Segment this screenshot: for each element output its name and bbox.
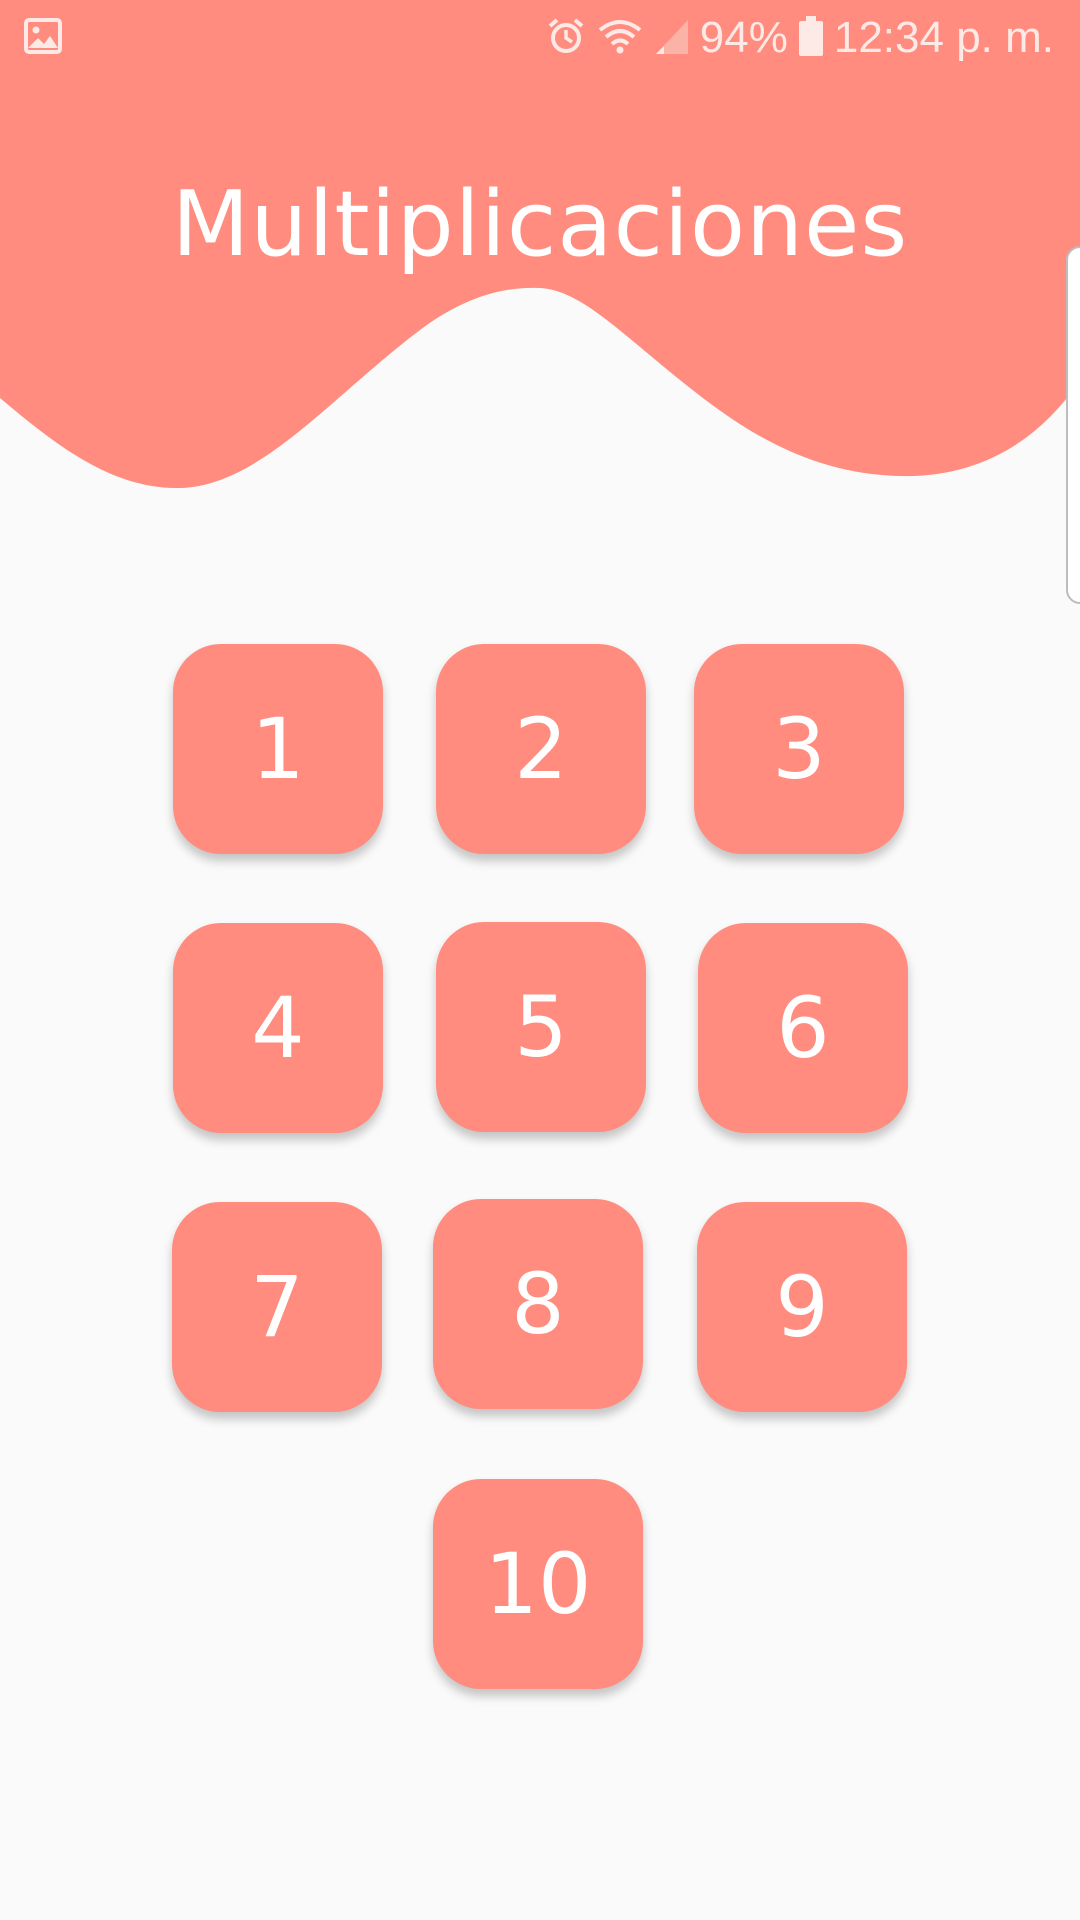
battery-percent: 94% (699, 13, 788, 62)
table-3-button[interactable]: 3 (694, 644, 904, 854)
table-7-button[interactable]: 7 (172, 1202, 382, 1412)
signal-icon (654, 16, 690, 61)
table-5-button[interactable]: 5 (436, 922, 646, 1132)
edge-panel-handle[interactable] (1066, 246, 1080, 604)
alarm-icon (546, 16, 586, 61)
status-time: 12:34 p. m. (833, 13, 1054, 62)
table-9-button[interactable]: 9 (697, 1202, 907, 1412)
status-bar: 94% 12:34 p. m. (0, 0, 1080, 76)
table-6-button[interactable]: 6 (698, 923, 908, 1133)
table-4-button[interactable]: 4 (173, 923, 383, 1133)
image-icon (24, 18, 62, 59)
table-8-button[interactable]: 8 (433, 1199, 643, 1409)
battery-icon (798, 15, 824, 62)
table-10-button[interactable]: 10 (433, 1479, 643, 1689)
app-screen: 94% 12:34 p. m. Multiplicaciones 1 2 3 4… (0, 0, 1080, 1920)
page-title: Multiplicaciones (171, 172, 909, 277)
table-2-button[interactable]: 2 (436, 644, 646, 854)
table-1-button[interactable]: 1 (173, 644, 383, 854)
wifi-icon (596, 16, 644, 61)
